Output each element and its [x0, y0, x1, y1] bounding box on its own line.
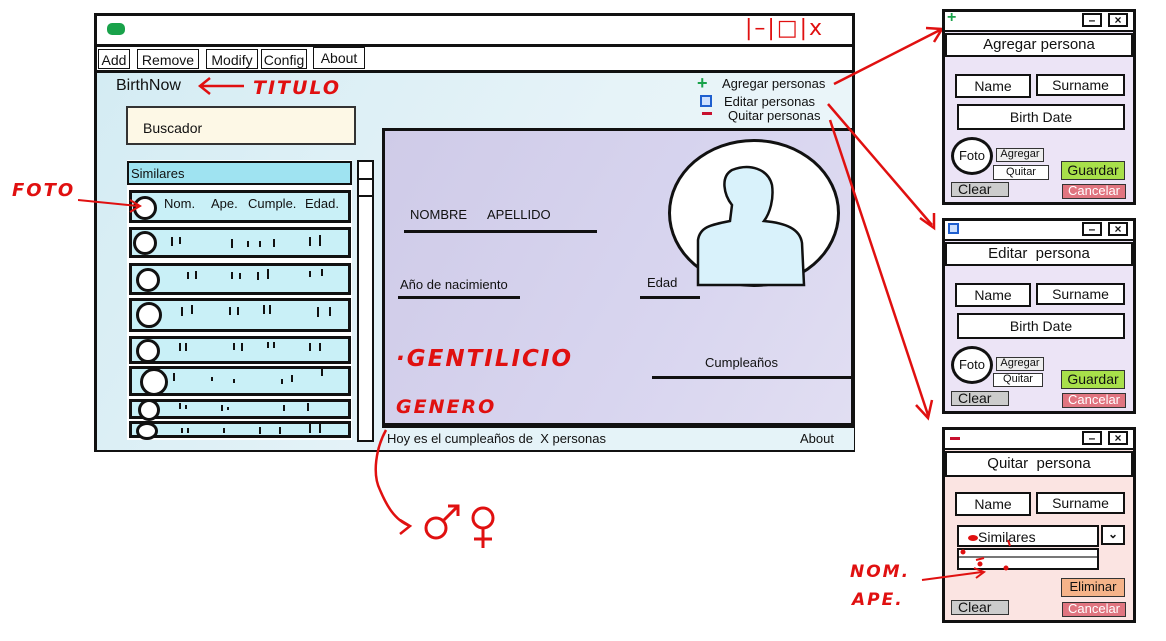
minimize-button[interactable]: – — [1082, 431, 1102, 445]
avatar — [133, 231, 157, 255]
gender-arrow — [374, 429, 413, 535]
add-dialog-title: Agregar persona — [945, 33, 1133, 57]
nom-annotation: NOM. — [850, 562, 911, 582]
edit-dialog-titlebar — [945, 221, 1133, 241]
window-controls-sketch[interactable]: |–|□|x — [745, 16, 824, 41]
menu-add[interactable]: Add — [98, 49, 130, 69]
menu-remove[interactable]: Remove — [137, 49, 199, 69]
gender-annotation: GENERO — [396, 396, 497, 418]
app-logo-icon — [107, 23, 125, 35]
surname-field[interactable]: Surname — [1036, 283, 1125, 305]
clear-button[interactable]: Clear — [951, 600, 1009, 615]
avatar — [136, 268, 160, 292]
photo-placeholder[interactable]: Foto — [951, 137, 993, 175]
surname-field[interactable]: Surname — [1036, 74, 1125, 96]
avatar — [138, 399, 160, 421]
photo-remove-button[interactable]: Quitar — [993, 373, 1043, 387]
status-about-link[interactable]: About — [800, 431, 834, 446]
name-label: NOMBRE — [410, 207, 468, 222]
surname-label: APELLIDO — [487, 207, 551, 222]
similars-header: Similares — [127, 161, 352, 185]
age-underline — [640, 296, 700, 299]
name-field[interactable]: Name — [955, 492, 1031, 516]
cancel-button[interactable]: Cancelar — [1062, 184, 1126, 199]
minimize-button[interactable]: – — [1082, 13, 1102, 27]
photo-add-button[interactable]: Agregar — [996, 148, 1044, 162]
ape-annotation: APE. — [852, 590, 904, 610]
add-dialog-titlebar — [945, 12, 1133, 32]
photo-remove-button[interactable]: Quitar — [993, 165, 1049, 180]
minus-icon — [950, 437, 960, 440]
avatar — [136, 302, 162, 328]
edit-dialog-title: Editar persona — [945, 242, 1133, 266]
search-input[interactable]: Buscador — [126, 106, 356, 145]
nationality-annotation: ·GENTILICIO — [396, 346, 574, 372]
birth-date-field[interactable]: Birth Date — [957, 104, 1125, 130]
dialog-arrows — [827, 26, 945, 421]
chevron-down-icon[interactable]: ⌄ — [1101, 525, 1125, 545]
photo-placeholder[interactable]: Foto — [951, 346, 993, 384]
close-button[interactable]: × — [1108, 13, 1128, 27]
remove-dialog-title: Quitar persona — [945, 451, 1133, 477]
male-symbol-icon — [424, 504, 460, 540]
age-label: Edad — [647, 275, 678, 290]
clear-button[interactable]: Clear — [951, 391, 1009, 406]
column-ape: Ape. — [211, 196, 238, 211]
menu-modify[interactable]: Modify — [206, 49, 258, 69]
add-persons-link[interactable]: Agregar personas — [722, 76, 825, 91]
photo-arrow — [78, 199, 142, 213]
column-cumple: Cumple. — [248, 196, 297, 211]
plus-icon: + — [947, 9, 957, 26]
photo-annotation: FOTO — [12, 180, 76, 201]
minimize-button[interactable]: – — [1082, 222, 1102, 236]
name-underline — [404, 230, 597, 233]
scrollbar-thumb[interactable] — [359, 178, 372, 197]
title-bar — [97, 16, 852, 47]
name-field[interactable]: Name — [955, 74, 1031, 98]
clear-button[interactable]: Clear — [951, 182, 1009, 197]
nom-ape-arrow — [921, 567, 987, 581]
close-button[interactable]: × — [1108, 222, 1128, 236]
birth-year-label: Año de nacimiento — [400, 277, 508, 292]
cancel-button[interactable]: Cancelar — [1062, 602, 1126, 617]
column-nom: Nom. — [164, 196, 196, 211]
menu-about[interactable]: About — [313, 47, 365, 69]
name-field[interactable]: Name — [955, 283, 1031, 307]
remove-dialog-titlebar — [945, 430, 1133, 450]
edit-persons-link[interactable]: Editar personas — [724, 94, 815, 109]
birthday-label: Cumpleaños — [705, 355, 778, 370]
edit-icon[interactable] — [700, 95, 712, 107]
edit-icon — [948, 223, 959, 234]
list-scribbles — [171, 235, 331, 434]
column-edad: Edad. — [305, 196, 339, 211]
avatar — [136, 422, 158, 440]
similars-scrollbar[interactable] — [357, 160, 374, 442]
cancel-button[interactable]: Cancelar — [1062, 393, 1126, 408]
birth-date-field[interactable]: Birth Date — [957, 313, 1125, 339]
delete-button[interactable]: Eliminar — [1061, 578, 1125, 597]
title-arrow — [197, 77, 244, 95]
minus-icon[interactable] — [702, 112, 712, 115]
menu-config[interactable]: Config — [261, 49, 307, 69]
remove-persons-link[interactable]: Quitar personas — [728, 108, 821, 123]
photo-add-button[interactable]: Agregar — [996, 357, 1044, 371]
birth-year-underline — [398, 296, 520, 299]
save-button[interactable]: Guardar — [1061, 370, 1125, 389]
surname-field[interactable]: Surname — [1036, 492, 1125, 514]
avatar — [136, 339, 160, 363]
save-button[interactable]: Guardar — [1061, 161, 1125, 180]
plus-icon[interactable]: + — [697, 73, 708, 94]
close-button[interactable]: × — [1108, 431, 1128, 445]
title-annotation: TITULO — [253, 77, 341, 99]
person-silhouette-icon — [696, 165, 806, 287]
app-title: BirthNow — [116, 77, 181, 94]
female-symbol-icon — [471, 506, 495, 548]
